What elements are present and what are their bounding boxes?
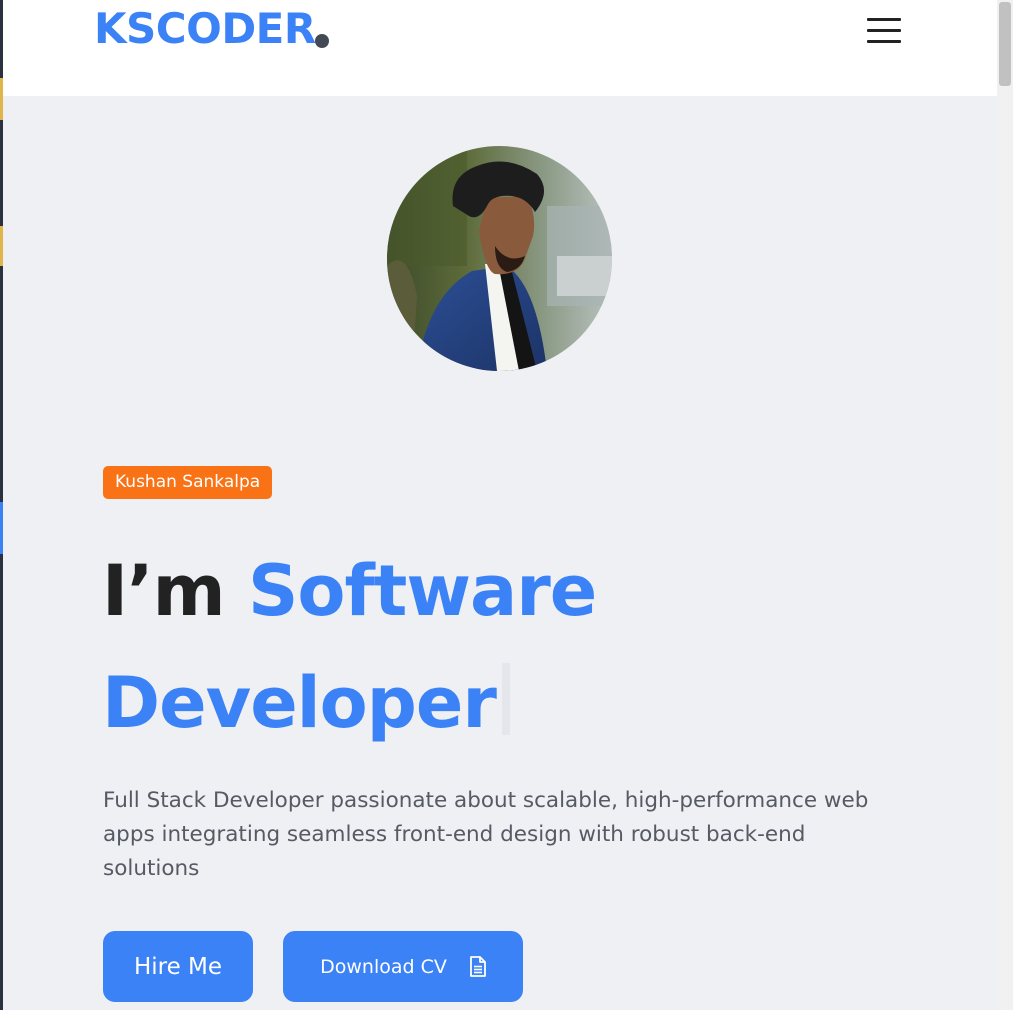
vertical-scrollbar[interactable] bbox=[997, 0, 1013, 1010]
logo-dot bbox=[315, 34, 329, 48]
site-logo[interactable]: KSCODER bbox=[94, 4, 316, 53]
hire-me-label: Hire Me bbox=[133, 953, 223, 980]
name-badge: Kushan Sankalpa bbox=[103, 466, 273, 499]
document-icon bbox=[469, 956, 486, 977]
hire-me-button[interactable]: Hire Me bbox=[103, 931, 253, 1002]
page: KSCODER Kushan Sankalpa I’m Software Dev… bbox=[3, 0, 997, 1010]
headline-prefix: I’m bbox=[102, 550, 226, 632]
hero-description: Full Stack Developer passionate about sc… bbox=[103, 788, 869, 881]
scrollbar-thumb[interactable] bbox=[999, 2, 1011, 86]
hero-headline: I’m Software Developer bbox=[102, 535, 922, 759]
download-cv-label: Download CV bbox=[320, 955, 447, 978]
typing-caret bbox=[501, 663, 510, 735]
hamburger-menu-icon[interactable] bbox=[864, 16, 902, 44]
download-cv-button[interactable]: Download CV bbox=[283, 931, 523, 1002]
profile-photo bbox=[387, 146, 612, 371]
site-header: KSCODER bbox=[3, 0, 997, 96]
